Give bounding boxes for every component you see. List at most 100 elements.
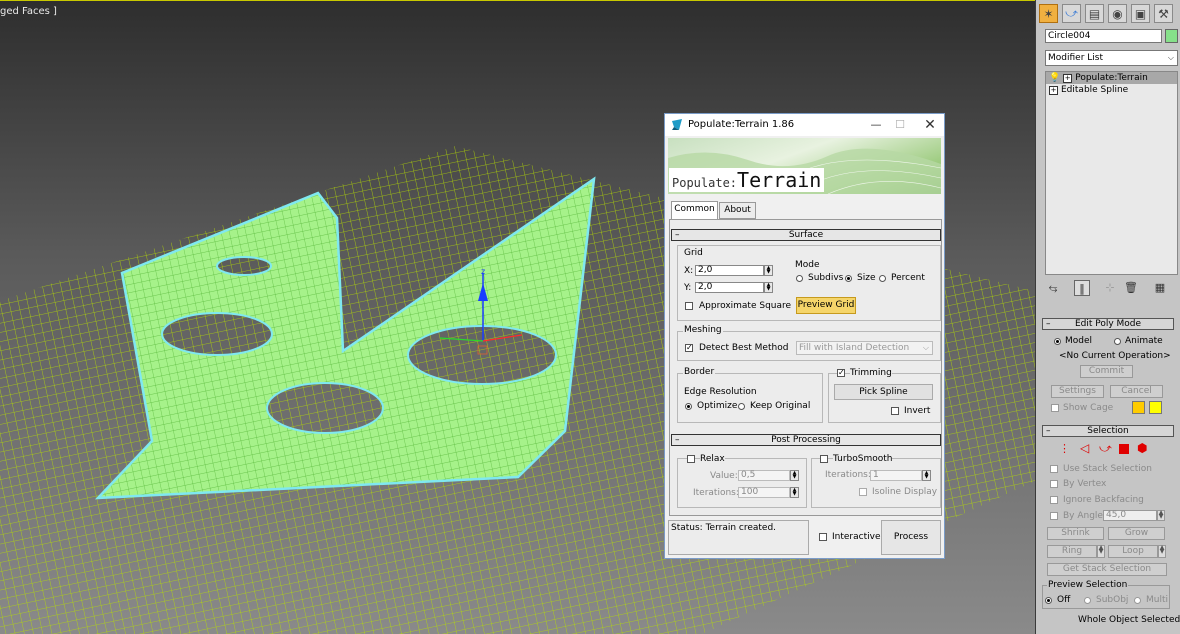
whole-object-selected-label: Whole Object Selected <box>1078 615 1180 625</box>
stack-item-populate-terrain[interactable]: 💡 + Populate:Terrain <box>1046 72 1177 84</box>
command-panel-tabs: ✶ ⤻ ▤ ◉ ▣ ⚒ <box>1036 2 1180 26</box>
stack-item-editable-spline[interactable]: + Editable Spline <box>1046 84 1177 96</box>
modify-tab-icon[interactable]: ⤻ <box>1062 4 1081 23</box>
cage-selected-color-swatch[interactable] <box>1149 401 1162 414</box>
commit-button[interactable]: Commit <box>1080 365 1133 378</box>
by-angle-checkbox[interactable] <box>1050 512 1058 520</box>
vertex-mode-icon[interactable]: ⋮ <box>1059 442 1070 455</box>
loop-spinner[interactable]: ▲ ▼ <box>1158 545 1166 558</box>
configure-sets-icon[interactable]: ▦ <box>1152 280 1168 296</box>
hierarchy-tab-icon[interactable]: ▤ <box>1085 4 1104 23</box>
status-box: Status: Terrain created. <box>668 520 809 555</box>
optimize-radio[interactable] <box>685 403 692 410</box>
utilities-tab-icon[interactable]: ⚒ <box>1154 4 1173 23</box>
tab-about[interactable]: About <box>719 202 756 219</box>
element-mode-icon[interactable]: ⬢ <box>1137 441 1147 455</box>
approx-square-checkbox[interactable] <box>685 302 693 310</box>
dialog-title: Populate:Terrain 1.86 <box>688 119 795 130</box>
surface-rollout-header[interactable]: – Surface <box>671 229 941 241</box>
make-unique-icon[interactable]: ⊹ <box>1102 280 1118 296</box>
meshing-method-value: Fill with Island Detection <box>799 343 910 353</box>
shrink-button[interactable]: Shrink <box>1047 527 1104 540</box>
post-processing-rollout-header[interactable]: – Post Processing <box>671 434 941 446</box>
preview-grid-button[interactable]: Preview Grid <box>796 297 856 314</box>
close-button[interactable]: ✕ <box>918 116 942 134</box>
ring-button[interactable]: Ring <box>1047 545 1097 558</box>
invert-checkbox[interactable] <box>891 407 899 415</box>
interactive-checkbox[interactable] <box>819 533 827 541</box>
meshing-method-dropdown[interactable]: Fill with Island Detection ⌵ <box>796 341 933 355</box>
by-vertex-checkbox[interactable] <box>1050 480 1058 488</box>
isoline-checkbox[interactable] <box>859 488 867 496</box>
edit-poly-mode-header[interactable]: – Edit Poly Mode <box>1042 318 1174 330</box>
grid-y-field[interactable]: 2,0 <box>695 282 764 293</box>
dialog-titlebar[interactable]: Populate:Terrain 1.86 — ☐ ✕ <box>665 114 944 136</box>
relax-checkbox[interactable] <box>687 455 695 463</box>
ring-spinner[interactable]: ▲ ▼ <box>1097 545 1105 558</box>
grid-x-field[interactable]: 2,0 <box>695 265 764 276</box>
animate-radio[interactable] <box>1114 338 1121 345</box>
object-color-swatch[interactable] <box>1165 29 1178 43</box>
grid-y-spinner[interactable]: ▲ ▼ <box>764 282 773 293</box>
stack-toolbar: ⥃ ‖ ⊹ 🗑 ▦ <box>1036 280 1180 298</box>
pick-spline-button[interactable]: Pick Spline <box>834 384 933 400</box>
preview-off-radio[interactable] <box>1045 597 1052 604</box>
selection-rollout-header[interactable]: – Selection <box>1042 425 1174 437</box>
get-stack-selection-button[interactable]: Get Stack Selection <box>1047 563 1167 576</box>
minimize-button[interactable]: — <box>864 116 888 134</box>
by-angle-spinner[interactable]: ▲ ▼ <box>1157 510 1165 521</box>
process-button[interactable]: Process <box>881 520 941 555</box>
ignore-backfacing-checkbox[interactable] <box>1050 496 1058 504</box>
lightbulb-icon[interactable]: 💡 <box>1049 72 1060 84</box>
expand-icon[interactable]: + <box>1063 73 1073 83</box>
settings-button[interactable]: Settings <box>1051 385 1104 398</box>
pin-stack-icon[interactable]: ⥃ <box>1045 280 1061 296</box>
loop-button[interactable]: Loop <box>1108 545 1158 558</box>
create-tab-icon[interactable]: ✶ <box>1039 4 1058 23</box>
mode-subdivs-radio[interactable] <box>796 275 803 282</box>
ts-iterations-field[interactable]: 1 <box>870 470 922 481</box>
ts-iterations-spinner[interactable]: ▲ ▼ <box>922 470 931 481</box>
maximize-button[interactable]: ☐ <box>888 116 912 134</box>
show-end-result-icon[interactable]: ‖ <box>1074 280 1090 296</box>
cage-color-swatch[interactable] <box>1132 401 1145 414</box>
by-vertex-label: By Vertex <box>1063 479 1107 489</box>
display-tab-icon[interactable]: ▣ <box>1131 4 1150 23</box>
relax-value-field[interactable]: 0,5 <box>738 470 790 481</box>
edge-mode-icon[interactable]: ◁ <box>1080 441 1089 455</box>
relax-value-label: Value: <box>710 471 738 481</box>
current-operation-label: <No Current Operation> <box>1059 351 1171 361</box>
preview-off-label: Off <box>1057 595 1071 605</box>
detect-best-checkbox[interactable]: ✓ <box>685 344 693 352</box>
relax-value-spinner[interactable]: ▲ ▼ <box>790 470 799 481</box>
trimming-checkbox[interactable]: ✓ <box>837 369 845 377</box>
grid-x-spinner[interactable]: ▲ ▼ <box>764 265 773 276</box>
relax-iterations-spinner[interactable]: ▲ ▼ <box>790 487 799 498</box>
expand-icon[interactable]: + <box>1049 85 1058 95</box>
by-angle-field[interactable]: 45,0 <box>1103 510 1157 521</box>
show-cage-checkbox[interactable] <box>1051 404 1059 412</box>
polygon-mode-icon[interactable] <box>1119 444 1129 454</box>
grow-button[interactable]: Grow <box>1108 527 1165 540</box>
remove-modifier-icon[interactable]: 🗑 <box>1123 280 1139 296</box>
use-stack-selection-checkbox[interactable] <box>1050 465 1058 473</box>
cancel-button[interactable]: Cancel <box>1110 385 1163 398</box>
relax-iterations-field[interactable]: 100 <box>738 487 790 498</box>
mode-percent-radio[interactable] <box>879 275 886 282</box>
preview-subobj-radio[interactable] <box>1084 597 1091 604</box>
tab-common[interactable]: Common <box>671 201 718 220</box>
ignore-backfacing-label: Ignore Backfacing <box>1063 495 1144 505</box>
edit-poly-mode-title: Edit Poly Mode <box>1074 319 1142 329</box>
preview-multi-radio[interactable] <box>1134 597 1141 604</box>
model-radio[interactable] <box>1054 338 1061 345</box>
motion-tab-icon[interactable]: ◉ <box>1108 4 1127 23</box>
turbosmooth-checkbox[interactable] <box>820 455 828 463</box>
mode-size-radio[interactable] <box>845 275 852 282</box>
turbosmooth-label: TurboSmooth <box>833 454 893 464</box>
modifier-list-dropdown[interactable]: Modifier List ⌵ <box>1045 50 1178 66</box>
object-name-field[interactable]: Circle004 <box>1045 29 1162 43</box>
border-mode-icon[interactable]: ⤻ <box>1099 441 1112 456</box>
keep-original-radio[interactable] <box>738 403 745 410</box>
chevron-down-icon: ⌵ <box>922 343 929 352</box>
keep-original-label: Keep Original <box>750 401 811 411</box>
